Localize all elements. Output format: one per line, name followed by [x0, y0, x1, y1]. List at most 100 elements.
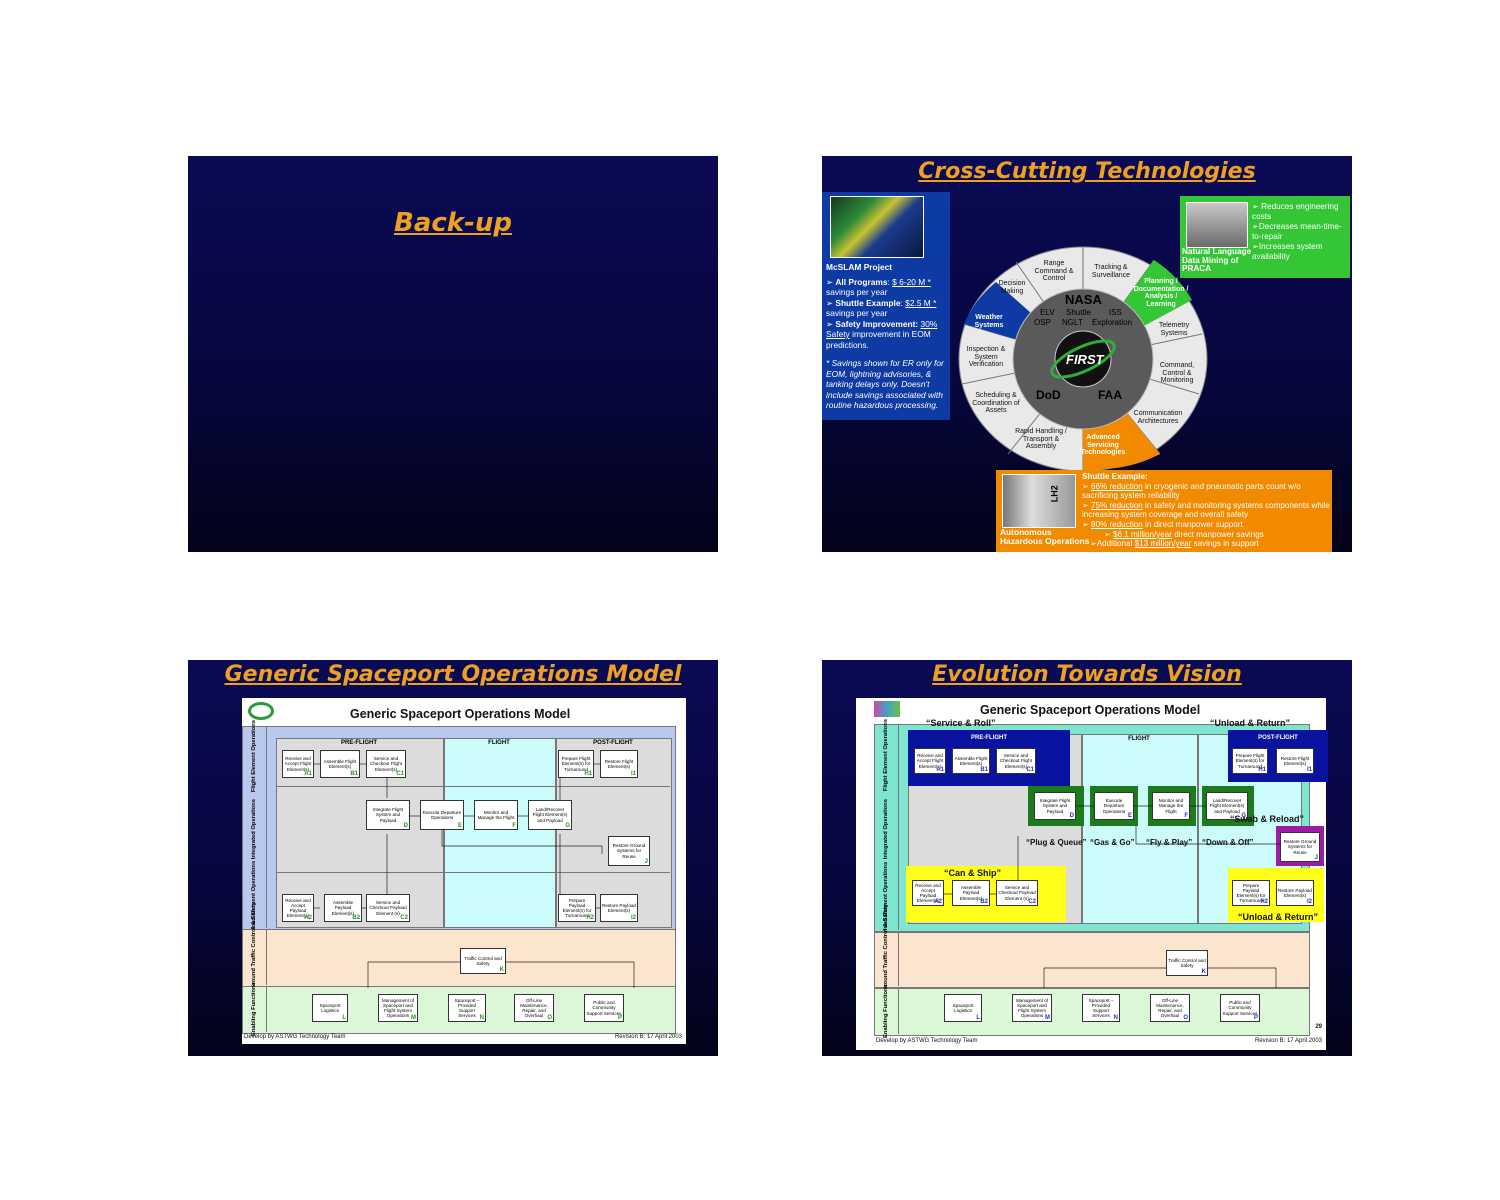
box-f[interactable]: Monitor and Manage the Flight F [474, 800, 518, 830]
technician-photo [1186, 202, 1248, 248]
quote-down-off: “Down & Off” [1202, 838, 1254, 847]
evolution-diagram: Generic Spaceport Operations Model Fligh… [856, 698, 1328, 1050]
box-b1[interactable]: Assemble Flight Element(s) B1 [952, 748, 990, 774]
box-j[interactable]: Restore Ground Systems for Reuse J [1280, 832, 1320, 862]
box-a2[interactable]: Receive and Accept Payload Element(s) A2 [912, 880, 944, 906]
box-i1[interactable]: Restore Flight Element(s) I1 [600, 750, 638, 778]
segment-telemetry: Telemetry Systems [1158, 322, 1190, 337]
slide-cross-cutting-technologies: Cross-Cutting Technologies NASA ELV Shut… [822, 156, 1352, 552]
wheel-center-shuttle: Shuttle [1066, 308, 1091, 317]
box-e[interactable]: Execute Departure Operations E [1094, 792, 1134, 820]
segment-decision-making: Decision Making [998, 280, 1026, 295]
all-programs-value: $ 6-20 M * [892, 276, 931, 287]
lh2-label: LH2 [1049, 485, 1060, 503]
box-c1[interactable]: Service and Checkout Flight Element(s) C1 [366, 750, 406, 778]
slide-title: Cross-Cutting Technologies [918, 159, 1256, 184]
orange-b4-highlight: $6.1 million/year [1113, 529, 1172, 539]
box-h1[interactable]: Prepare Flight Element(s) for Turnaround… [1232, 748, 1268, 774]
weather-radar-image [830, 196, 924, 258]
data-mining-caption: Natural Language Data Mining of PRACA [1182, 247, 1252, 274]
box-h2[interactable]: Prepare Payload Element(s) for Turnaroun… [1232, 880, 1270, 906]
savings-note: * Savings shown for ER only for EOM, lig… [826, 358, 944, 410]
quote-gas-go: “Gas & Go” [1090, 838, 1135, 847]
footer-right: Revision B: 17 April 2003 [614, 1034, 682, 1040]
segment-advanced-servicing: Advanced Servicing Technologies [1080, 434, 1126, 457]
box-k[interactable]: Traffic Control and Safety K [1166, 950, 1208, 976]
slide-back-up: Back-up [188, 156, 718, 552]
segment-planning: Planning / Documentation / Analysis / Le… [1133, 278, 1189, 308]
slide-generic-spaceport-model: Generic Spaceport Operations Model Gener… [188, 660, 718, 1056]
green-bullet-3: ➢Increases system availability [1252, 242, 1323, 261]
box-f[interactable]: Monitor and Manage the Flight F [1152, 792, 1190, 820]
footer-left: Develop by ASTWG Technology Team [244, 1034, 346, 1040]
mcslam-project-heading: McSLAM Project [826, 262, 893, 272]
orange-b5-prefix: ➢Additional [1090, 539, 1135, 549]
segment-command-control: Command, Control & Monitoring [1159, 362, 1195, 385]
orange-b5-highlight: $13 million/year [1134, 539, 1192, 549]
box-c1[interactable]: Service and Checkout Flight Element(s) C1 [996, 748, 1036, 774]
slide-title: Back-up [394, 208, 512, 238]
box-i1[interactable]: Restore Flight Element(s) I1 [1276, 748, 1314, 774]
operations-model-diagram: Generic Spaceport Operations Model Fligh… [242, 698, 686, 1044]
wheel-center-faa: FAA [1098, 388, 1122, 402]
box-m[interactable]: Management of Spaceport and Flight Syste… [378, 994, 418, 1022]
box-o[interactable]: Off-Line Maintenance, Repair, and Overha… [1150, 994, 1190, 1022]
box-o[interactable]: Off-Line Maintenance, Repair, and Overha… [514, 994, 554, 1022]
wheel-center-nglt: NGLT [1062, 318, 1083, 327]
box-c2[interactable]: Service and Checkout Payload Element (s)… [366, 894, 410, 922]
quote-unload-return-top: “Unload & Return” [1210, 718, 1290, 728]
box-a1[interactable]: Receive and Accept Flight Element(s) A1 [282, 750, 314, 778]
box-d[interactable]: Integrate Flight System and Payload D [366, 800, 410, 830]
shuttle-example-heading: Shuttle Example: [1082, 472, 1148, 481]
box-p[interactable]: Public and Community Support Services P [584, 994, 624, 1022]
wheel-center-dod: DoD [1036, 388, 1061, 402]
segment-range-command: Range Command & Control [1034, 260, 1074, 283]
box-a2[interactable]: Receive and Accept Payload Element(s) A2 [282, 894, 314, 922]
footer-right: Revision B: 17 April 2003 [1254, 1038, 1322, 1044]
box-g[interactable]: Land/Recover Flight Element(s) and Paylo… [528, 800, 572, 830]
shuttle-example-label: Shuttle Example [835, 297, 901, 308]
box-n[interactable]: Spaceport – Provided Support Services N [448, 994, 486, 1022]
wheel-center-exploration: Exploration [1092, 318, 1133, 327]
box-b1[interactable]: Assemble Flight Element(s) B1 [320, 750, 360, 778]
slide-title: Generic Spaceport Operations Model [224, 662, 682, 687]
hazardous-operations-photo: LH2 [1002, 474, 1076, 528]
box-c2[interactable]: Service and Checkout Payload Element (s)… [996, 880, 1038, 906]
box-p[interactable]: Public and Community Support Services P [1220, 994, 1260, 1022]
box-a1[interactable]: Receive and Accept Flight Element(s) A1 [914, 748, 946, 774]
box-n[interactable]: Spaceport – Provided Support Services N [1082, 994, 1120, 1022]
green-bullet-2: ➢Decreases mean-time-to-repair [1252, 222, 1342, 241]
box-b2[interactable]: Assemble Payload Element(s) B2 [324, 894, 362, 922]
wheel-center-nasa: NASA [1065, 292, 1102, 307]
shuttle-example-value: $2.5 M * [905, 297, 937, 308]
quote-swab-reload: “Swab & Reload” [1230, 814, 1305, 824]
box-j[interactable]: Restore Ground Systems for Reuse J [608, 836, 650, 866]
wheel-center-iss: ISS [1109, 308, 1122, 317]
slide-title: Evolution Towards Vision [932, 662, 1242, 687]
planning-panel: ➢ Reduces engineering costs ➢Decreases m… [1180, 196, 1350, 278]
quote-can-ship: “Can & Ship” [944, 868, 1002, 878]
box-d[interactable]: Integrate Flight System and Payload D [1034, 792, 1076, 820]
orange-b5-text: savings in support [1191, 539, 1259, 549]
quote-fly-play: “Fly & Play” [1146, 838, 1193, 847]
segment-rapid-handling: Rapid Handling / Transport & Assembly [1015, 428, 1067, 451]
orange-b4-text: direct manpower savings [1171, 529, 1264, 539]
segment-communication: Communication Architectures [1133, 410, 1183, 425]
box-l[interactable]: Spaceport Logistics L [944, 994, 982, 1022]
orange-b3-highlight: 80% reduction [1091, 519, 1143, 529]
box-b2[interactable]: Assemble Payload Element(s) B2 [952, 880, 990, 906]
box-i2[interactable]: Restore Payload Element(s) I2 [600, 894, 638, 922]
shuttle-example-suffix: savings per year [826, 308, 888, 318]
box-h2[interactable]: Prepare Payload Element(s) for Turnaroun… [558, 894, 596, 922]
box-m[interactable]: Management of Spaceport and Flight Syste… [1012, 994, 1052, 1022]
box-e[interactable]: Execute Departure Operations E [420, 800, 464, 830]
box-l[interactable]: Spaceport Logistics L [312, 994, 348, 1022]
box-k[interactable]: Traffic Control and Safety K [460, 948, 506, 974]
segment-tracking: Tracking & Surveillance [1091, 264, 1131, 279]
box-h1[interactable]: Prepare Flight Element(s) for Turnaround… [558, 750, 594, 778]
all-programs-label: All Programs [835, 276, 888, 287]
quote-unload-return-bottom: “Unload & Return” [1238, 912, 1318, 922]
quote-plug-queue: “Plug & Queue” [1026, 838, 1087, 847]
box-i2[interactable]: Restore Payload Element(s) I2 [1276, 880, 1314, 906]
weather-systems-panel: McSLAM Project ➢ All Programs: $ 6-20 M … [822, 192, 950, 420]
